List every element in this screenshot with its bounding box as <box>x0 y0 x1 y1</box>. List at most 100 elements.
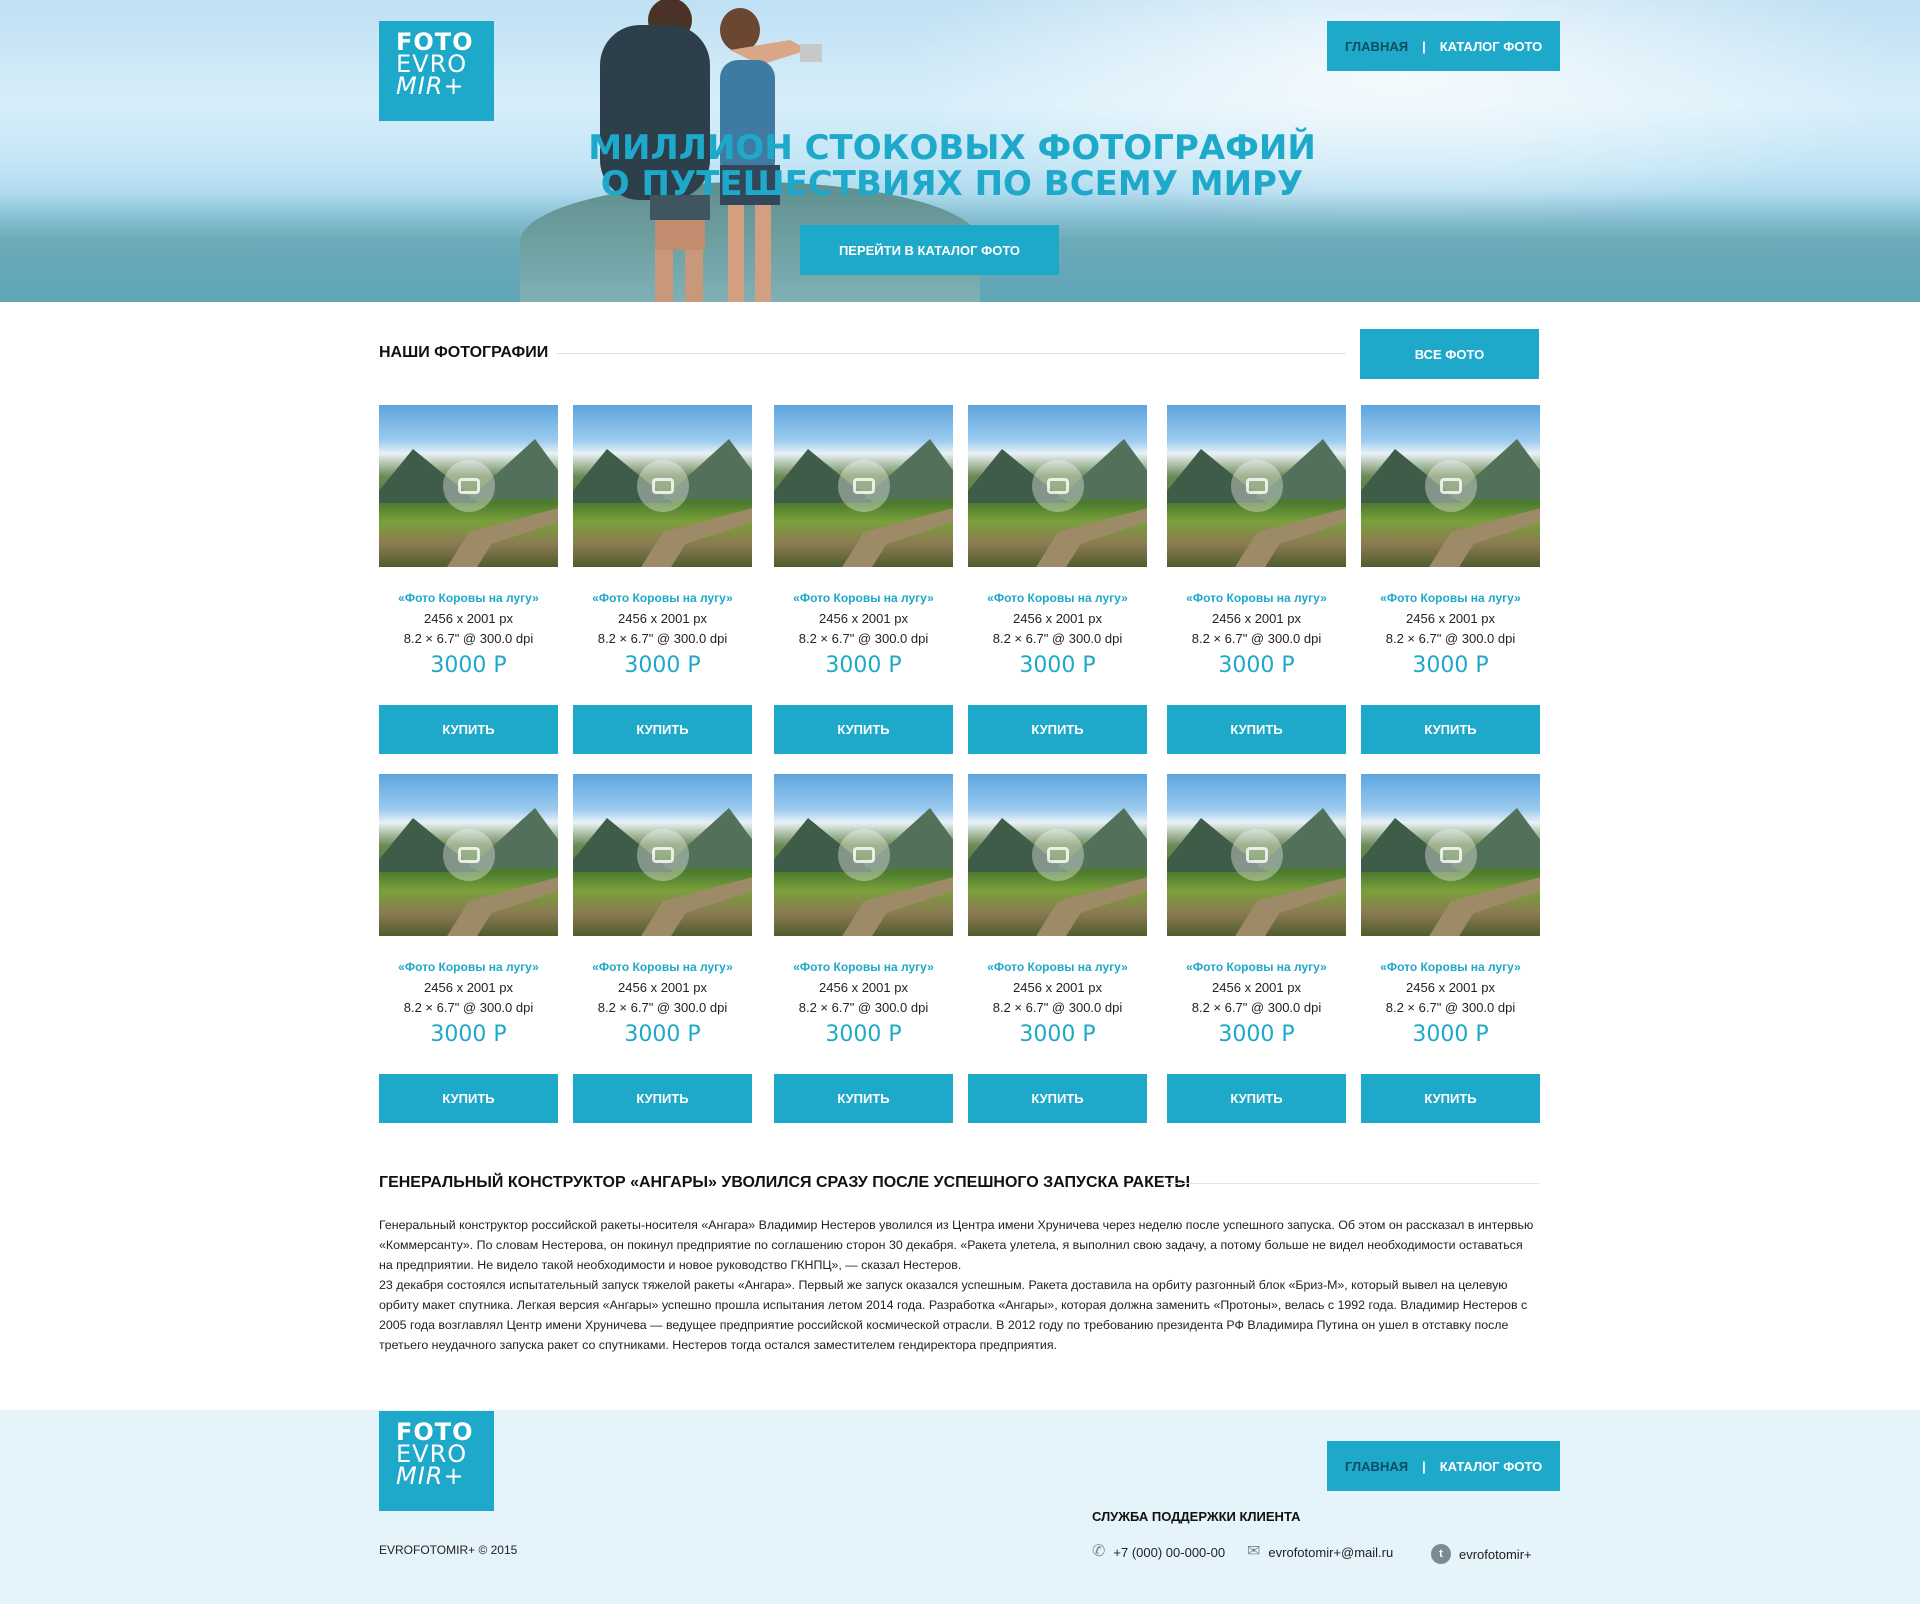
photo-price: 3000 Р <box>1218 653 1295 678</box>
buy-button[interactable]: КУПИТЬ <box>573 1074 752 1123</box>
camera-icon[interactable] <box>443 460 495 512</box>
footer-logo-line-3: MIR+ <box>396 1462 465 1490</box>
photo-title[interactable]: «Фото Коровы на лугу» <box>379 591 558 605</box>
go-to-catalog-button[interactable]: ПЕРЕЙТИ В КАТАЛОГ ФОТО <box>800 225 1059 275</box>
email-address[interactable]: evrofotomir+@mail.ru <box>1268 1545 1393 1560</box>
photo-price: 3000 Р <box>430 653 507 678</box>
camera-icon[interactable] <box>1425 829 1477 881</box>
photo-title[interactable]: «Фото Коровы на лугу» <box>1361 960 1540 974</box>
buy-button[interactable]: КУПИТЬ <box>573 705 752 754</box>
photo-title[interactable]: «Фото Коровы на лугу» <box>1361 591 1540 605</box>
email-contact[interactable]: ✉ evrofotomir+@mail.ru <box>1247 1544 1393 1560</box>
photo-title[interactable]: «Фото Коровы на лугу» <box>1167 591 1346 605</box>
photo-price: 3000 Р <box>825 653 902 678</box>
photo-dimensions: 2456 x 2001 px <box>1406 980 1495 995</box>
photo-dimensions: 2456 x 2001 px <box>424 980 513 995</box>
photo-price: 3000 Р <box>430 1022 507 1047</box>
photo-dimensions: 2456 x 2001 px <box>1406 611 1495 626</box>
camera-icon[interactable] <box>637 829 689 881</box>
camera-icon[interactable] <box>838 829 890 881</box>
camera-icon[interactable] <box>1231 829 1283 881</box>
photo-thumbnail[interactable] <box>379 405 558 567</box>
phone-number[interactable]: +7 (000) 00-000-00 <box>1113 1545 1225 1560</box>
photo-title[interactable]: «Фото Коровы на лугу» <box>968 591 1147 605</box>
photo-card: «Фото Коровы на лугу» 2456 x 2001 px 8.2 ×… <box>968 774 1147 1123</box>
footer-nav-separator: | <box>1422 1458 1426 1474</box>
buy-button[interactable]: КУПИТЬ <box>379 1074 558 1123</box>
photo-thumbnail[interactable] <box>968 774 1147 936</box>
photo-thumbnail[interactable] <box>1361 774 1540 936</box>
photo-title[interactable]: «Фото Коровы на лугу» <box>1167 960 1346 974</box>
photo-dimensions: 2456 x 2001 px <box>1013 980 1102 995</box>
footer-logo[interactable]: FOTO EVRO MIR+ <box>379 1411 494 1511</box>
footer-nav: ГЛАВНАЯ | КАТАЛОГ ФОТО <box>1327 1441 1561 1491</box>
camera-icon[interactable] <box>637 460 689 512</box>
buy-button[interactable]: КУПИТЬ <box>1361 1074 1540 1123</box>
buy-button[interactable]: КУПИТЬ <box>774 705 953 754</box>
buy-button[interactable]: КУПИТЬ <box>1167 1074 1346 1123</box>
buy-button[interactable]: КУПИТЬ <box>968 1074 1147 1123</box>
photo-title[interactable]: «Фото Коровы на лугу» <box>774 591 953 605</box>
photo-print-size: 8.2 × 6.7" @ 300.0 dpi <box>1191 631 1322 646</box>
camera-icon[interactable] <box>443 829 495 881</box>
footer-nav-catalog-link[interactable]: КАТАЛОГ ФОТО <box>1440 1459 1543 1474</box>
photo-title[interactable]: «Фото Коровы на лугу» <box>573 960 752 974</box>
article-body: Генеральный конструктор российской ракет… <box>379 1215 1539 1355</box>
thumb-road <box>439 500 558 567</box>
buy-button[interactable]: КУПИТЬ <box>774 1074 953 1123</box>
photo-price: 3000 Р <box>1019 653 1096 678</box>
photo-title[interactable]: «Фото Коровы на лугу» <box>774 960 953 974</box>
footer <box>0 1410 1920 1604</box>
camera-icon[interactable] <box>1425 460 1477 512</box>
photo-title[interactable]: «Фото Коровы на лугу» <box>573 591 752 605</box>
nav-home-link[interactable]: ГЛАВНАЯ <box>1345 39 1408 54</box>
photo-price: 3000 Р <box>825 1022 902 1047</box>
photo-price: 3000 Р <box>1019 1022 1096 1047</box>
thumb-road <box>439 869 558 936</box>
buy-button[interactable]: КУПИТЬ <box>379 705 558 754</box>
support-title: СЛУЖБА ПОДДЕРЖКИ КЛИЕНТА <box>1092 1509 1301 1524</box>
photo-price: 3000 Р <box>1412 1022 1489 1047</box>
photo-card: «Фото Коровы на лугу» 2456 x 2001 px 8.2 ×… <box>774 405 953 754</box>
photo-card: «Фото Коровы на лугу» 2456 x 2001 px 8.2 ×… <box>573 774 752 1123</box>
footer-nav-home-link[interactable]: ГЛАВНАЯ <box>1345 1459 1408 1474</box>
all-photos-button[interactable]: ВСЕ ФОТО <box>1360 329 1539 379</box>
thumb-road <box>633 869 752 936</box>
photo-thumbnail[interactable] <box>573 774 752 936</box>
camera-icon[interactable] <box>1231 460 1283 512</box>
twitter-handle[interactable]: evrofotomir+ <box>1459 1547 1532 1562</box>
nav-catalog-link[interactable]: КАТАЛОГ ФОТО <box>1440 39 1543 54</box>
photo-print-size: 8.2 × 6.7" @ 300.0 dpi <box>992 631 1123 646</box>
buy-button[interactable]: КУПИТЬ <box>1361 705 1540 754</box>
photo-thumbnail[interactable] <box>379 774 558 936</box>
photo-print-size: 8.2 × 6.7" @ 300.0 dpi <box>597 1000 728 1015</box>
photo-thumbnail[interactable] <box>774 405 953 567</box>
photo-print-size: 8.2 × 6.7" @ 300.0 dpi <box>1385 631 1516 646</box>
photo-title[interactable]: «Фото Коровы на лугу» <box>379 960 558 974</box>
photo-thumbnail[interactable] <box>968 405 1147 567</box>
copyright: EVROFOTOMIR+ © 2015 <box>379 1543 518 1557</box>
phone-contact[interactable]: ✆ +7 (000) 00-000-00 <box>1092 1544 1225 1560</box>
header-logo[interactable]: FOTO EVRO MIR+ <box>379 21 494 121</box>
photo-thumbnail[interactable] <box>1361 405 1540 567</box>
photo-thumbnail[interactable] <box>1167 405 1346 567</box>
photo-thumbnail[interactable] <box>774 774 953 936</box>
photo-price: 3000 Р <box>1218 1022 1295 1047</box>
photo-thumbnail[interactable] <box>573 405 752 567</box>
twitter-contact[interactable]: t evrofotomir+ <box>1431 1544 1532 1564</box>
buy-button[interactable]: КУПИТЬ <box>1167 705 1346 754</box>
photo-thumbnail[interactable] <box>1167 774 1346 936</box>
thumb-road <box>1028 869 1147 936</box>
thumb-road <box>834 869 953 936</box>
header-nav: ГЛАВНАЯ | КАТАЛОГ ФОТО <box>1327 21 1561 71</box>
photo-title[interactable]: «Фото Коровы на лугу» <box>968 960 1147 974</box>
buy-button[interactable]: КУПИТЬ <box>968 705 1147 754</box>
camera-icon[interactable] <box>838 460 890 512</box>
photo-dimensions: 2456 x 2001 px <box>819 611 908 626</box>
photo-dimensions: 2456 x 2001 px <box>1013 611 1102 626</box>
camera-icon[interactable] <box>1032 829 1084 881</box>
camera-icon[interactable] <box>1032 460 1084 512</box>
photos-section-divider <box>556 353 1346 354</box>
hero-title: МИЛЛИОН СТОКОВЫХ ФОТОГРАФИЙ О ПУТЕШЕСТВИ… <box>562 130 1342 202</box>
hero-banner: FOTO EVRO MIR+ ГЛАВНАЯ | КАТАЛОГ ФОТО МИ… <box>0 0 1920 302</box>
